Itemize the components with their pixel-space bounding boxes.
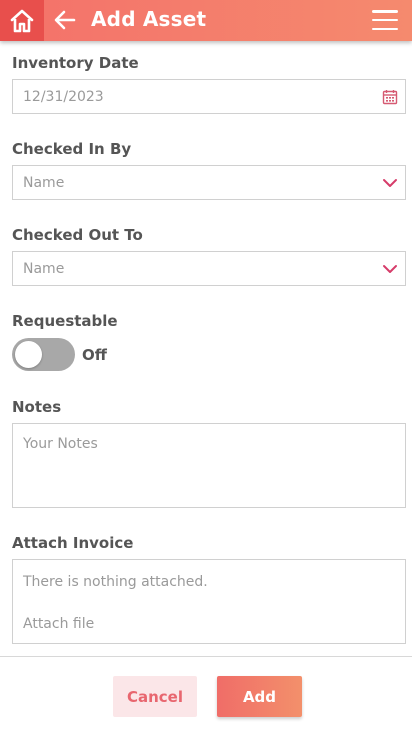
checked-in-by-select[interactable]: Name bbox=[12, 165, 406, 200]
calendar-icon[interactable] bbox=[381, 88, 399, 106]
toggle-knob bbox=[15, 341, 42, 368]
notes-placeholder: Your Notes bbox=[23, 436, 98, 452]
notes-label: Notes bbox=[12, 398, 62, 416]
notes-textarea[interactable]: Your Notes bbox=[12, 423, 406, 508]
attachment-box: There is nothing attached. Attach file bbox=[12, 559, 406, 644]
inventory-date-field[interactable]: 12/31/2023 bbox=[12, 79, 406, 114]
attach-invoice-label: Attach Invoice bbox=[12, 534, 134, 552]
checked-in-by-placeholder: Name bbox=[23, 174, 65, 191]
inventory-date-value: 12/31/2023 bbox=[23, 88, 104, 105]
footer-divider bbox=[0, 656, 412, 657]
home-icon bbox=[10, 9, 34, 32]
chevron-down-icon bbox=[381, 174, 399, 192]
home-button[interactable] bbox=[0, 0, 44, 41]
hamburger-menu-icon[interactable] bbox=[372, 8, 398, 32]
requestable-state: Off bbox=[82, 346, 107, 364]
attachment-empty-text: There is nothing attached. bbox=[23, 574, 208, 590]
back-button[interactable] bbox=[52, 7, 78, 33]
app-bar: Add Asset bbox=[0, 0, 412, 41]
cancel-button[interactable]: Cancel bbox=[113, 676, 197, 717]
attach-file-link[interactable]: Attach file bbox=[23, 616, 94, 632]
chevron-down-icon bbox=[381, 260, 399, 278]
checked-out-to-placeholder: Name bbox=[23, 260, 65, 277]
arrow-left-icon bbox=[54, 10, 76, 30]
checked-out-to-select[interactable]: Name bbox=[12, 251, 406, 286]
checked-out-to-label: Checked Out To bbox=[12, 226, 143, 244]
requestable-label: Requestable bbox=[12, 312, 118, 330]
checked-in-by-label: Checked In By bbox=[12, 140, 132, 158]
page-title: Add Asset bbox=[91, 7, 207, 31]
add-button[interactable]: Add bbox=[217, 676, 302, 717]
inventory-date-label: Inventory Date bbox=[12, 54, 139, 72]
requestable-toggle[interactable] bbox=[12, 338, 75, 371]
